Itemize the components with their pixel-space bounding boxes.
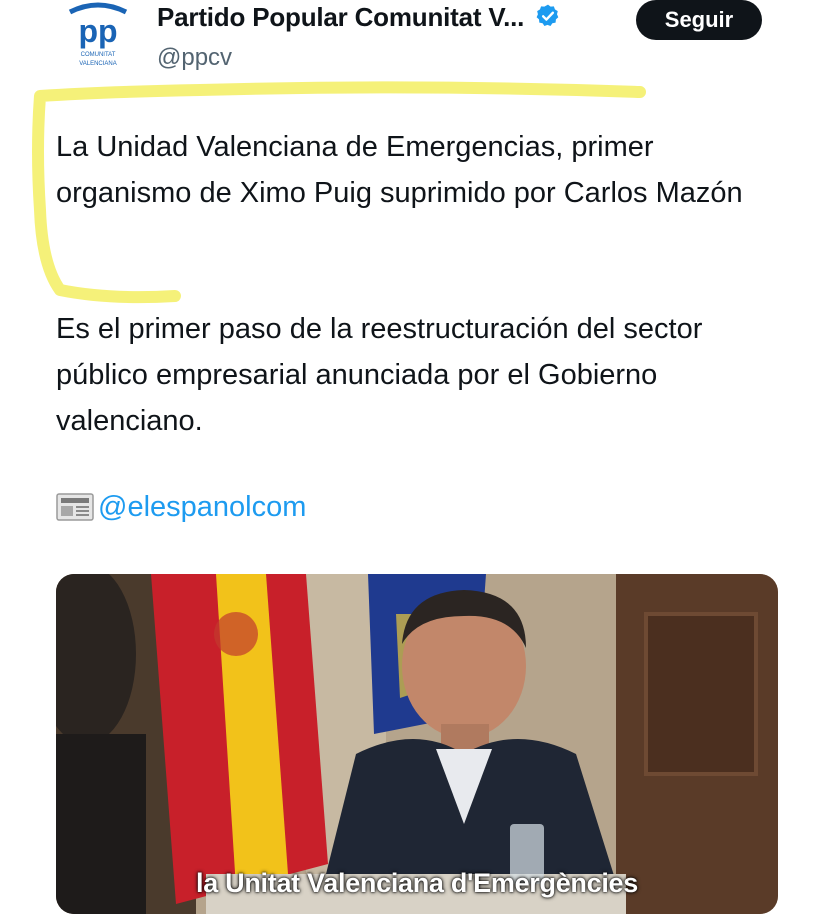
- follow-button[interactable]: Seguir: [636, 0, 762, 40]
- press-photo: [56, 574, 778, 914]
- newspaper-icon: [56, 492, 94, 522]
- author-name[interactable]: Partido Popular Comunitat V...: [157, 2, 524, 32]
- tweet-paragraph-1: La Unidad Valenciana de Emergencias, pri…: [56, 131, 743, 209]
- source-row: @elespanolcom: [56, 484, 306, 530]
- tweet-paragraph-2: Es el primer paso de la reestructuración…: [56, 313, 703, 437]
- logo-line1: COMUNITAT: [81, 52, 116, 58]
- avatar[interactable]: pp COMUNITAT VALENCIANA: [62, 2, 134, 70]
- source-mention-link[interactable]: @elespanolcom: [98, 491, 306, 524]
- author-handle[interactable]: @ppcv: [157, 44, 232, 72]
- logo-letters: pp: [78, 13, 117, 49]
- pp-logo: pp COMUNITAT VALENCIANA: [68, 2, 128, 67]
- logo-line2: VALENCIANA: [79, 61, 117, 67]
- video-caption: la Unitat Valenciana d'Emergències: [196, 868, 638, 898]
- video-thumbnail[interactable]: la Unitat Valenciana d'Emergències: [56, 574, 778, 914]
- author-name-row[interactable]: Partido Popular Comunitat V...: [157, 2, 561, 36]
- verified-badge-icon: [535, 3, 561, 36]
